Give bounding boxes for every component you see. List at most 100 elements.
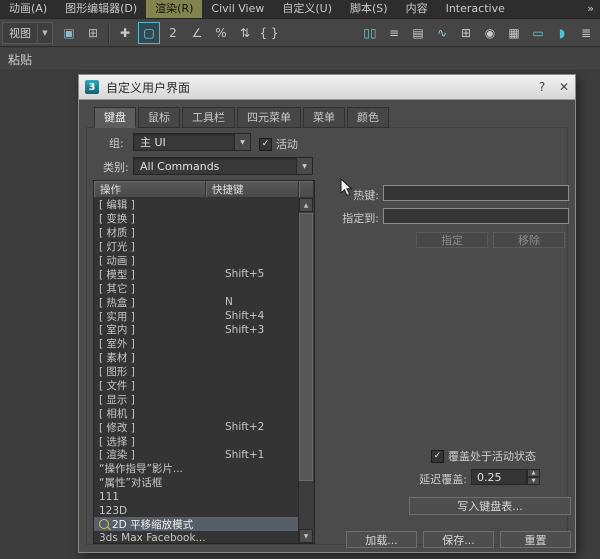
delay-override-field[interactable]: 0.25 xyxy=(471,469,527,485)
mirror-icon[interactable]: ▯▯ xyxy=(359,22,381,44)
help-button[interactable]: ? xyxy=(531,76,553,98)
menu-item-civilview[interactable]: Civil View xyxy=(202,0,273,18)
table-row[interactable]: [ 动画 ] xyxy=(94,254,299,268)
tab-颜色[interactable]: 颜色 xyxy=(347,107,389,128)
row-action-label: [ 编辑 ] xyxy=(94,198,209,212)
row-hotkey-label: N xyxy=(209,296,233,308)
tab-菜单[interactable]: 菜单 xyxy=(303,107,345,128)
angle-snap-icon[interactable]: ∠ xyxy=(186,22,208,44)
viewport-layout-icon-glyph: ▣ xyxy=(63,26,74,40)
table-row[interactable]: [ 材质 ] xyxy=(94,226,299,240)
view-dropdown[interactable]: 视图 ▼ xyxy=(2,22,53,44)
table-row[interactable]: [ 图形 ] xyxy=(94,365,299,379)
toolbar-more-icon[interactable]: ≣ xyxy=(575,22,597,44)
rendered-frame-icon[interactable]: ▭ xyxy=(527,22,549,44)
table-row[interactable]: [ 室内 ]Shift+3 xyxy=(94,323,299,337)
table-row[interactable]: [ 编辑 ] xyxy=(94,198,299,212)
column-header-hotkey[interactable]: 快捷键 xyxy=(206,181,299,198)
remove-button[interactable]: 移除 xyxy=(493,232,565,248)
delay-override-spinner[interactable]: ▲ ▼ xyxy=(527,469,540,485)
select-object-icon-glyph: ▢ xyxy=(143,26,154,40)
spinner-down-icon[interactable]: ▼ xyxy=(527,477,540,485)
delay-override-label: 延迟覆盖: xyxy=(401,471,467,487)
table-row[interactable]: [ 其它 ] xyxy=(94,281,299,295)
category-dropdown[interactable]: All Commands ▼ xyxy=(133,157,313,175)
menu-item-s[interactable]: 脚本(S) xyxy=(341,0,397,18)
table-row[interactable]: [ 模型 ]Shift+5 xyxy=(94,267,299,281)
toolbar-more-icon-glyph: ≣ xyxy=(581,26,591,40)
menu-item[interactable]: 内容 xyxy=(397,0,437,18)
menu-item-u[interactable]: 自定义(U) xyxy=(273,0,341,18)
spinner-snap-icon[interactable]: ⇅ xyxy=(234,22,256,44)
table-row[interactable]: “操作指导”影片... xyxy=(94,462,299,476)
dialog-titlebar[interactable]: 3 自定义用户界面 ? ✕ xyxy=(79,75,575,100)
table-row[interactable]: [ 渲染 ]Shift+1 xyxy=(94,448,299,462)
table-row[interactable]: 3ds Max Facebook... xyxy=(94,531,299,543)
material-editor-icon[interactable]: ◉ xyxy=(479,22,501,44)
menu-item-interactive[interactable]: Interactive xyxy=(437,0,514,18)
write-keyboard-chart-button[interactable]: 写入键盘表... xyxy=(409,497,571,515)
table-row[interactable]: [ 文件 ] xyxy=(94,379,299,393)
tab-键盘[interactable]: 键盘 xyxy=(94,107,136,128)
viewport-layout-icon[interactable]: ▣ xyxy=(58,22,80,44)
named-selection-sets-icon[interactable]: { } xyxy=(258,22,280,44)
save-button[interactable]: 保存... xyxy=(423,531,494,548)
menu-item-a[interactable]: 动画(A) xyxy=(0,0,56,18)
hotkey-input[interactable] xyxy=(383,185,569,201)
snap-toggle-2d-icon[interactable]: 2 xyxy=(162,22,184,44)
table-row[interactable]: [ 变换 ] xyxy=(94,212,299,226)
menu-item-r[interactable]: 渲染(R) xyxy=(146,0,202,18)
material-editor-icon-glyph: ◉ xyxy=(485,26,495,40)
curve-editor-icon[interactable]: ∿ xyxy=(431,22,453,44)
row-hotkey-label: Shift+4 xyxy=(209,310,264,322)
table-row[interactable]: [ 素材 ] xyxy=(94,351,299,365)
checkbox-check-icon: ✓ xyxy=(431,450,444,463)
select-object-icon[interactable]: ▢ xyxy=(138,22,160,44)
assigned-to-input[interactable] xyxy=(383,208,569,224)
scroll-up-icon[interactable]: ▲ xyxy=(299,198,313,212)
render-setup-icon[interactable]: ▦ xyxy=(503,22,525,44)
table-row[interactable]: 123D xyxy=(94,504,299,518)
percent-snap-icon[interactable]: % xyxy=(210,22,232,44)
reset-button[interactable]: 重置 xyxy=(500,531,571,548)
table-row[interactable]: [ 室外 ] xyxy=(94,337,299,351)
override-active-checkbox[interactable]: ✓ 覆盖处于活动状态 xyxy=(431,448,536,464)
assign-button[interactable]: 指定 xyxy=(416,232,488,248)
schematic-view-icon[interactable]: ⊞ xyxy=(455,22,477,44)
schematic-link-icon[interactable]: ⊞ xyxy=(82,22,104,44)
table-row[interactable]: [ 修改 ]Shift+2 xyxy=(94,420,299,434)
paste-toolbar: 粘贴 xyxy=(0,48,600,71)
table-row[interactable]: [ 显示 ] xyxy=(94,392,299,406)
paste-label[interactable]: 粘贴 xyxy=(0,51,32,68)
table-row[interactable]: [ 相机 ] xyxy=(94,406,299,420)
hotkey-label: 热键: xyxy=(325,187,379,203)
row-action-text: 3ds Max Facebook... xyxy=(99,532,206,543)
close-button[interactable]: ✕ xyxy=(553,76,575,98)
scrollbar-thumb[interactable] xyxy=(299,213,313,481)
select-and-move-icon[interactable]: ✚ xyxy=(114,22,136,44)
table-row[interactable]: [ 热盒 ]N xyxy=(94,295,299,309)
column-header-action[interactable]: 操作 xyxy=(94,181,206,198)
spinner-up-icon[interactable]: ▲ xyxy=(527,469,540,477)
load-button[interactable]: 加载... xyxy=(346,531,417,548)
table-row[interactable]: [ 选择 ] xyxy=(94,434,299,448)
table-row[interactable]: “属性”对话框 xyxy=(94,476,299,490)
render-production-icon[interactable]: ◗ xyxy=(551,22,573,44)
tab-工具栏[interactable]: 工具栏 xyxy=(182,107,235,128)
table-row[interactable]: 111 xyxy=(94,490,299,504)
tab-鼠标[interactable]: 鼠标 xyxy=(138,107,180,128)
table-row[interactable]: [ 灯光 ] xyxy=(94,240,299,254)
row-action-label: [ 显示 ] xyxy=(94,392,209,407)
table-row[interactable]: [ 实用 ]Shift+4 xyxy=(94,309,299,323)
active-checkbox[interactable]: ✓ 活动 xyxy=(259,136,298,152)
layer-manager-icon[interactable]: ▤ xyxy=(407,22,429,44)
menu-item-d[interactable]: 图形编辑器(D) xyxy=(56,0,146,18)
group-dropdown[interactable]: 主 UI ▼ xyxy=(133,133,251,151)
table-row[interactable]: 2D 平移缩放模式 xyxy=(94,517,299,531)
list-scrollbar[interactable]: ▲ ▼ xyxy=(298,198,314,543)
scroll-down-icon[interactable]: ▼ xyxy=(299,529,313,543)
category-dropdown-value: All Commands xyxy=(134,160,296,173)
menu-overflow-chevron[interactable]: » xyxy=(581,0,600,18)
align-icon[interactable]: ≡ xyxy=(383,22,405,44)
tab-四元菜单[interactable]: 四元菜单 xyxy=(237,107,301,128)
